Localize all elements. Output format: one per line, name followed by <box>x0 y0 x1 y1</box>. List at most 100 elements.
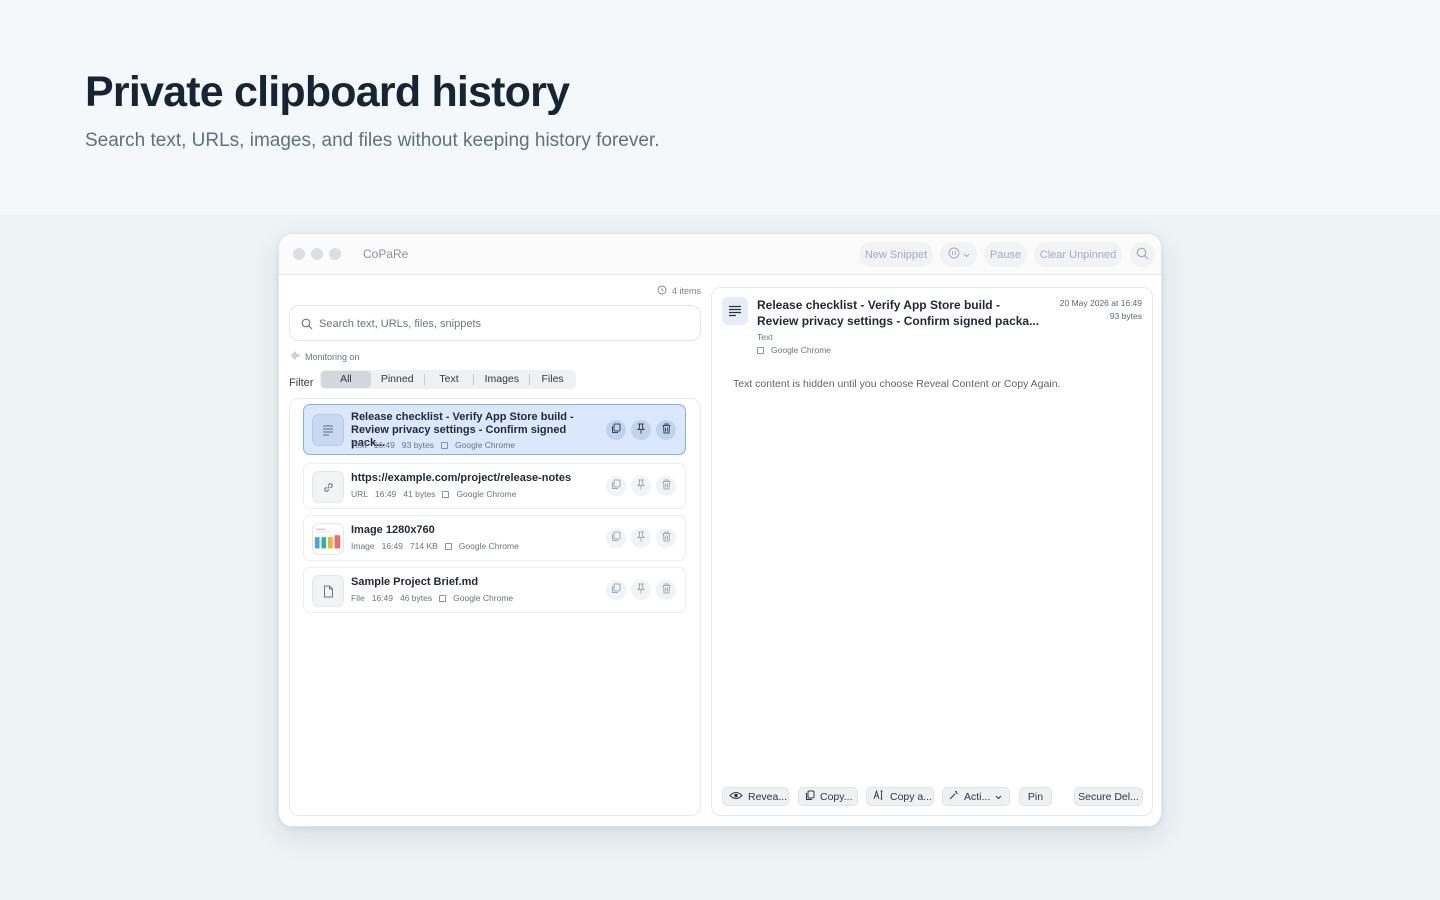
actions-menu-button[interactable]: Acti... <box>942 787 1010 806</box>
waveform-icon <box>290 351 300 362</box>
item-source: Google Chrome <box>458 541 519 551</box>
trash-icon <box>662 421 671 439</box>
app-window-icon <box>441 441 449 449</box>
search-icon <box>1136 247 1149 263</box>
image-thumbnail <box>312 523 344 555</box>
pin-item-button[interactable] <box>631 580 651 600</box>
list-item[interactable]: Release checklist - Verify App Store bui… <box>303 404 686 455</box>
detail-meta: 20 May 2026 at 16:49 93 bytes <box>1060 297 1142 323</box>
pin-label: Pin <box>1027 790 1044 803</box>
detail-type: Text <box>757 332 773 342</box>
delete-item-button[interactable] <box>656 420 676 440</box>
secure-delete-label: Secure Del... <box>1078 790 1139 803</box>
item-size: 46 bytes <box>399 593 433 603</box>
app-window: CoPaRe New Snippet Pause Clear Unpinned … <box>278 233 1162 827</box>
delete-item-button[interactable] <box>656 580 676 600</box>
link-icon <box>312 471 344 503</box>
pin-icon <box>636 529 646 547</box>
search-input[interactable] <box>319 315 689 332</box>
zoom-window-button[interactable] <box>329 248 341 260</box>
detail-size: 93 bytes <box>1109 311 1142 321</box>
item-meta: Image 16:49 714 KB Google Chrome <box>351 541 519 551</box>
chevron-down-icon <box>995 791 1002 803</box>
hero-banner: Private clipboard history Search text, U… <box>0 0 1440 215</box>
copy-icon <box>611 421 621 439</box>
history-panel: 4 items Monitoring on Filter All Pinned … <box>289 280 701 816</box>
copy-label: Copy... <box>820 790 853 803</box>
list-item[interactable]: Sample Project Brief.md File 16:49 46 by… <box>303 567 686 613</box>
detail-source-label: Google Chrome <box>771 345 832 355</box>
secure-delete-button[interactable]: Secure Del... <box>1074 787 1143 806</box>
chevron-down-icon <box>963 249 970 261</box>
clear-unpinned-label: Clear Unpinned <box>1039 248 1117 261</box>
copy-item-button[interactable] <box>606 476 626 496</box>
close-window-button[interactable] <box>293 248 305 260</box>
filter-pinned[interactable]: Pinned <box>371 371 424 388</box>
copy-icon <box>805 790 815 804</box>
app-window-icon <box>439 594 447 602</box>
filter-files[interactable]: Files <box>530 371 575 388</box>
hero-subtitle: Search text, URLs, images, and files wit… <box>85 130 660 151</box>
pin-item-button[interactable] <box>631 476 651 496</box>
detail-date: 20 May 2026 at 16:49 <box>1059 298 1142 308</box>
actions-label: Acti... <box>964 790 991 803</box>
item-time: 16:49 <box>373 440 395 450</box>
pause-button[interactable]: Pause <box>984 242 1027 267</box>
title-bar: CoPaRe New Snippet Pause Clear Unpinned <box>279 234 1161 275</box>
clear-unpinned-button[interactable]: Clear Unpinned <box>1034 242 1122 267</box>
pin-button[interactable]: Pin <box>1019 787 1052 806</box>
search-toolbar-button[interactable] <box>1130 242 1155 267</box>
document-icon <box>312 575 344 607</box>
text-lines-icon <box>722 297 748 325</box>
copy-icon <box>611 477 621 495</box>
item-time: 16:49 <box>381 541 403 551</box>
item-source: Google Chrome <box>456 489 517 499</box>
item-meta: File 16:49 46 bytes Google Chrome <box>351 593 513 603</box>
filter-all[interactable]: All <box>321 371 371 388</box>
items-count: 4 items <box>657 285 701 297</box>
reveal-button[interactable]: Revea... <box>722 787 789 806</box>
copy-as-button[interactable]: Copy a... <box>866 787 934 806</box>
list-item[interactable]: https://example.com/project/release-note… <box>303 463 686 509</box>
list-item[interactable]: Image 1280x760 Image 16:49 714 KB Google… <box>303 515 686 561</box>
item-size: 93 bytes <box>401 440 435 450</box>
copy-button[interactable]: Copy... <box>798 787 858 806</box>
detail-panel: Release checklist - Verify App Store bui… <box>711 287 1153 816</box>
item-type: Image <box>351 541 375 551</box>
item-size: 41 bytes <box>403 489 436 499</box>
app-name: CoPaRe <box>363 247 409 261</box>
search-icon <box>301 317 313 335</box>
text-cursor-icon <box>873 789 885 803</box>
pause-label: Pause <box>989 248 1022 261</box>
detail-source: Google Chrome <box>757 345 831 355</box>
pin-item-button[interactable] <box>631 528 651 548</box>
filter-text[interactable]: Text <box>425 371 474 388</box>
item-source: Google Chrome <box>453 593 514 603</box>
trash-icon <box>662 477 671 495</box>
history-clock-icon <box>657 285 667 297</box>
new-snippet-button[interactable]: New Snippet <box>859 242 933 267</box>
detail-title: Release checklist - Verify App Store bui… <box>757 297 1047 329</box>
item-title-line1: Release checklist - Verify App Store bui… <box>351 411 574 423</box>
item-type: URL <box>351 489 369 499</box>
copy-icon <box>611 529 621 547</box>
pin-item-button[interactable] <box>631 420 651 440</box>
filter-images[interactable]: Images <box>474 371 529 388</box>
copy-icon <box>611 581 621 599</box>
minimize-window-button[interactable] <box>311 248 323 260</box>
delete-item-button[interactable] <box>656 476 676 496</box>
item-meta: Text 16:49 93 bytes Google Chrome <box>351 440 515 450</box>
item-type: File <box>351 593 365 603</box>
filter-label: Filter <box>289 377 314 389</box>
copy-item-button[interactable] <box>606 528 626 548</box>
detail-title-line1: Release checklist - Verify App Store bui… <box>757 298 1000 312</box>
reveal-label: Revea... <box>748 790 788 803</box>
copy-item-button[interactable] <box>606 580 626 600</box>
trash-icon <box>662 529 671 547</box>
pause-menu-button[interactable] <box>940 242 977 267</box>
delete-item-button[interactable] <box>656 528 676 548</box>
pin-icon <box>636 421 646 439</box>
magic-wand-icon <box>949 790 959 803</box>
copy-item-button[interactable] <box>606 420 626 440</box>
search-box[interactable] <box>289 305 701 341</box>
